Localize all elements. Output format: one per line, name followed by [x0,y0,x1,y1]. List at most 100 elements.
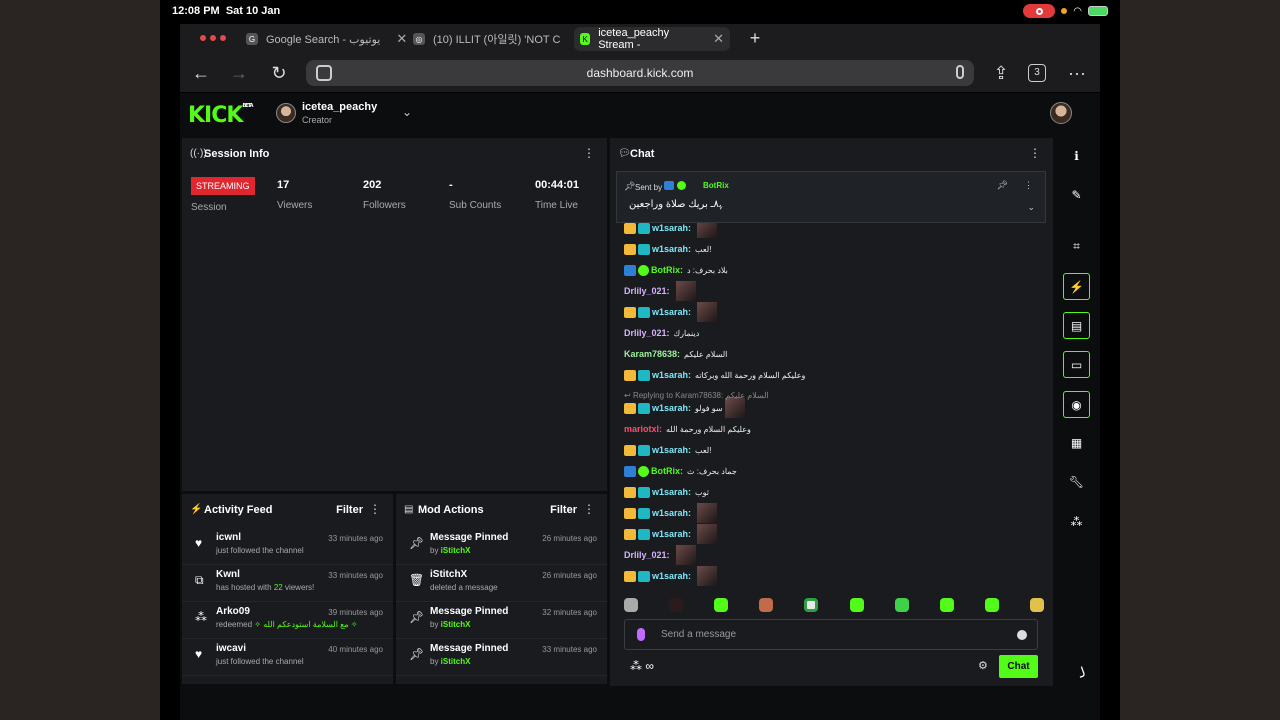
chat-username[interactable]: w1sarah: [652,529,691,539]
chat-username[interactable]: w1sarah: [652,445,691,455]
unpin-icon[interactable]: 📌︎ [997,180,1008,191]
gear-icon[interactable]: ⚙ [978,659,988,672]
crown-badge-icon [624,528,636,540]
new-tab-icon[interactable]: + [744,28,766,50]
back-icon[interactable]: ← [190,62,212,84]
reload-icon[interactable]: ↻ [268,62,290,84]
chat-message[interactable]: w1sarah: سو فولو [624,398,745,418]
chat-message[interactable]: BotRix: بلاد بحرف: د [624,260,728,280]
crown-badge-icon [624,369,636,381]
chat-message[interactable]: w1sarah: لعب! [624,440,711,460]
emote-button[interactable] [894,598,909,612]
close-tab-icon[interactable]: ✕ [713,31,724,47]
filter-button[interactable]: Filter [550,504,577,516]
kebab-menu-icon[interactable]: ⋮ [1029,146,1041,160]
chat-username[interactable]: Drlily_021: [624,550,670,560]
chat-username[interactable]: BotRix: [651,265,683,275]
emote-button[interactable] [624,598,638,612]
chat-username[interactable]: w1sarah: [652,307,691,317]
chat-username[interactable]: w1sarah: [652,571,691,581]
close-tab-icon[interactable]: ✕ [396,31,407,47]
kebab-menu-icon[interactable]: ⋮ [369,502,381,516]
emote-button[interactable] [804,598,819,612]
kebab-menu-icon[interactable]: ⋮ [583,502,595,516]
emote-button[interactable] [939,598,954,612]
chat-username[interactable]: Drlily_021: [624,286,670,296]
pencil-icon[interactable]: ✎ [1063,182,1090,209]
chat-message[interactable]: Drlily_021: [624,281,696,301]
chat-username[interactable]: w1sarah: [652,508,691,518]
chat-message[interactable]: Karam78638: السلام عليكم [624,344,727,364]
chat-message[interactable]: w1sarah: [624,566,718,586]
chat-send-button[interactable]: Chat [999,655,1038,678]
emoji-picker-icon[interactable] [1017,630,1027,640]
chat-bubble-icon[interactable]: ▭ [1063,351,1090,378]
emote-button[interactable] [849,598,864,612]
wrench-icon[interactable]: 🔧︎ [1063,469,1090,496]
kick-logo[interactable]: KICKBETA [188,103,254,128]
apps-icon[interactable]: ⁂ [1063,509,1090,536]
chat-message[interactable]: Drlily_021: [624,545,696,565]
scan-icon[interactable]: ⌗ [1063,233,1090,260]
filter-button[interactable]: Filter [336,504,363,516]
layout-icon[interactable]: ▦ [1063,430,1090,457]
browser-tab-youtube[interactable]: ◎ (10) ILLIT (아일릿) 'NOT C ✕ [407,27,593,51]
broadcast-icon[interactable]: ◉ [1063,391,1090,418]
info-icon[interactable]: ℹ [1063,143,1090,170]
screen-record-icon[interactable] [1023,4,1056,18]
tab-count-button[interactable]: 3 [1028,64,1046,82]
chat-username[interactable]: Drlily_021: [624,328,670,338]
chat-points-area[interactable]: ⁂ ∞ [630,659,654,673]
more-icon[interactable]: ··· [1066,62,1088,84]
chat-message[interactable]: w1sarah: وعليكم السلام ورحمة الله وبركاته [624,365,805,385]
channel-avatar[interactable] [276,103,296,123]
activity-user[interactable]: icwnl [216,532,241,543]
chat-username[interactable]: Karam78638: [624,349,680,359]
chevron-down-icon[interactable]: ⌄ [1027,202,1035,213]
emote-button[interactable] [669,598,684,612]
browser-tab-kick[interactable]: K icetea_peachy Stream - ✕ [574,27,730,51]
chat-message[interactable]: mariotxl: وعليكم السلام ورحمة الله [624,419,751,439]
share-icon[interactable]: ⇪ [990,62,1012,84]
chat-message[interactable]: w1sarah: ثوب [624,482,709,502]
activity-user[interactable]: iwcavi [216,643,246,654]
emote-button[interactable] [984,598,999,612]
notes-icon[interactable]: ▤ [1063,312,1090,339]
chat-username[interactable]: w1sarah: [652,370,691,380]
kebab-menu-icon[interactable]: ⋮ [1024,180,1033,191]
chat-username[interactable]: w1sarah: [652,244,691,254]
channel-name[interactable]: icetea_peachy [302,101,377,113]
browser-tab-google[interactable]: G Google Search - يوتيوب ✕ [240,27,413,51]
user-avatar[interactable] [1050,102,1072,124]
chat-username[interactable]: w1sarah: [652,223,691,233]
pinned-author[interactable]: BotRix [703,181,729,190]
chat-message-input[interactable]: Send a message [624,619,1038,650]
voice-search-icon[interactable] [956,65,964,79]
emote-button[interactable] [759,598,774,612]
chat-username[interactable]: mariotxl: [624,424,662,434]
emote-button[interactable] [1029,598,1044,612]
activity-user[interactable]: Kwnl [216,569,240,580]
chevron-down-icon[interactable]: ⌄ [402,105,412,119]
chat-username[interactable]: w1sarah: [652,487,691,497]
chat-message[interactable]: BotRix: جماد بحرف: ث [624,461,737,481]
address-bar[interactable]: dashboard.kick.com [306,60,974,86]
chat-username[interactable]: w1sarah: [652,403,691,413]
chat-message[interactable]: w1sarah: [624,302,718,322]
emote-button[interactable] [714,598,729,612]
chat-message[interactable]: Drlily_021: دينمارك [624,323,699,343]
kebab-menu-icon[interactable]: ⋮ [583,146,595,160]
microphone-icon[interactable] [637,628,645,641]
lightning-icon[interactable]: ⚡ [1063,273,1090,300]
window-controls[interactable] [200,35,226,41]
pinned-message[interactable]: 📌︎ Sent by BotRix ﮩ٨ـ بريك صلاة وراجعين … [616,171,1046,223]
activity-user[interactable]: Arko09 [216,606,250,617]
reader-icon[interactable] [316,65,332,81]
forward-icon[interactable]: → [228,62,250,84]
chat-message[interactable]: w1sarah: [624,503,718,523]
chat-message[interactable]: w1sarah: [624,524,718,544]
chat-username[interactable]: BotRix: [651,466,683,476]
chat-message[interactable]: w1sarah: لعب! [624,239,711,259]
mod-action-title[interactable]: iStitchX [430,569,467,580]
activity-time: 33 minutes ago [328,571,383,580]
